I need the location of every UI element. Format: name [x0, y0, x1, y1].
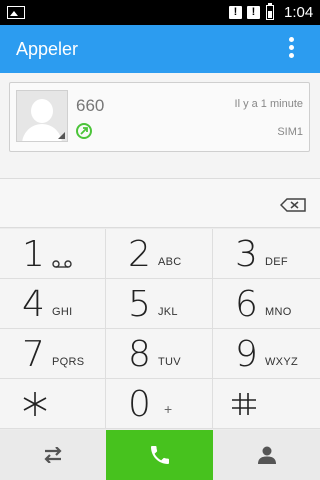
key-3[interactable]: 3 DEF [213, 229, 320, 279]
alert-icon: ! [247, 6, 260, 19]
hash-icon [232, 393, 256, 415]
key-digit: 4 [22, 284, 45, 325]
key-letters: + [164, 401, 173, 417]
contacts-button[interactable] [213, 430, 320, 480]
key-digit: 1 [22, 234, 45, 275]
call-log-area: 660 Il y a 1 minute SIM1 [0, 73, 320, 178]
key-1[interactable]: 1 [0, 229, 106, 279]
key-9[interactable]: 9 WXYZ [213, 329, 320, 379]
key-4[interactable]: 4 GHI [0, 279, 106, 329]
keypad-grid: 1 2 ABC 3 DEF 4 GHI 5 JKL 6 MNO 7 PQRS 8… [0, 229, 320, 429]
voicemail-icon [52, 260, 72, 268]
key-letters: GHI [52, 306, 73, 318]
key-letters: TUV [158, 356, 181, 368]
dialpad-actions [0, 430, 320, 480]
outgoing-call-icon [76, 123, 92, 139]
key-digit: 8 [128, 334, 151, 375]
alert-icon: ! [229, 6, 242, 19]
key-letters: MNO [265, 306, 292, 318]
key-digit: 9 [235, 334, 258, 375]
key-digit: 6 [235, 284, 258, 325]
key-letters: ABC [158, 256, 182, 268]
key-letters: PQRS [52, 356, 85, 368]
call-log-item[interactable]: 660 Il y a 1 minute SIM1 [9, 82, 310, 152]
key-letters: DEF [265, 256, 288, 268]
phone-icon [151, 446, 169, 464]
asterisk-icon [23, 392, 47, 416]
key-6[interactable]: 6 MNO [213, 279, 320, 329]
key-star[interactable] [0, 379, 106, 429]
call-number: 660 [76, 96, 105, 115]
overflow-menu-icon[interactable] [284, 37, 298, 61]
key-0[interactable]: 0 + [106, 379, 213, 429]
key-hash[interactable] [213, 379, 320, 429]
action-bar: Appeler [0, 25, 320, 73]
key-digit: 7 [22, 334, 45, 375]
key-digit: 5 [128, 284, 151, 325]
key-letters: JKL [158, 306, 178, 318]
key-letters: WXYZ [265, 356, 298, 368]
call-button[interactable] [106, 430, 213, 480]
battery-icon [266, 3, 274, 20]
status-bar: ! ! 1:04 [0, 0, 320, 25]
sim-label: SIM1 [277, 126, 303, 138]
person-icon [258, 446, 276, 464]
key-8[interactable]: 8 TUV [106, 329, 213, 379]
contact-avatar-icon[interactable] [16, 90, 68, 142]
key-digit: 3 [235, 234, 258, 275]
switch-button[interactable] [0, 430, 106, 480]
key-5[interactable]: 5 JKL [106, 279, 213, 329]
call-time: Il y a 1 minute [234, 98, 303, 110]
swap-arrows-icon [44, 447, 62, 463]
key-2[interactable]: 2 ABC [106, 229, 213, 279]
dialpad: 1 2 ABC 3 DEF 4 GHI 5 JKL 6 MNO 7 PQRS 8… [0, 178, 320, 480]
digits-field[interactable] [0, 178, 320, 228]
image-notification-icon [7, 6, 25, 19]
key-digit: 2 [128, 234, 151, 275]
clock: 1:04 [284, 4, 314, 21]
key-digit: 0 [128, 384, 151, 425]
page-title: Appeler [16, 39, 79, 59]
backspace-icon[interactable] [280, 198, 306, 212]
key-7[interactable]: 7 PQRS [0, 329, 106, 379]
